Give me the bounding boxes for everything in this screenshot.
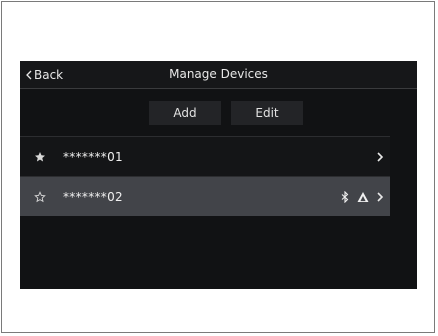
page-title: Manage Devices — [169, 67, 268, 81]
star-filled-icon[interactable] — [34, 151, 46, 163]
chevron-right-icon — [377, 191, 384, 202]
star-outline-icon[interactable] — [34, 190, 46, 203]
page: Back Manage Devices Add Edit *******01 *… — [0, 0, 438, 336]
action-buttons: Add Edit — [20, 101, 417, 125]
device-row-selected[interactable]: *******02 — [20, 177, 390, 216]
device-list: *******01 *******02 — [20, 136, 390, 216]
edit-button[interactable]: Edit — [231, 101, 303, 125]
device-name: *******01 — [63, 149, 123, 164]
chevron-right-icon — [377, 151, 384, 162]
device-row[interactable]: *******01 — [20, 136, 390, 177]
header-bar: Back Manage Devices — [20, 61, 417, 89]
add-button[interactable]: Add — [149, 101, 221, 125]
bluetooth-icon — [341, 190, 349, 203]
android-auto-icon — [357, 191, 369, 202]
device-name: *******02 — [63, 189, 123, 204]
head-unit-screen: Back Manage Devices Add Edit *******01 *… — [20, 61, 417, 289]
